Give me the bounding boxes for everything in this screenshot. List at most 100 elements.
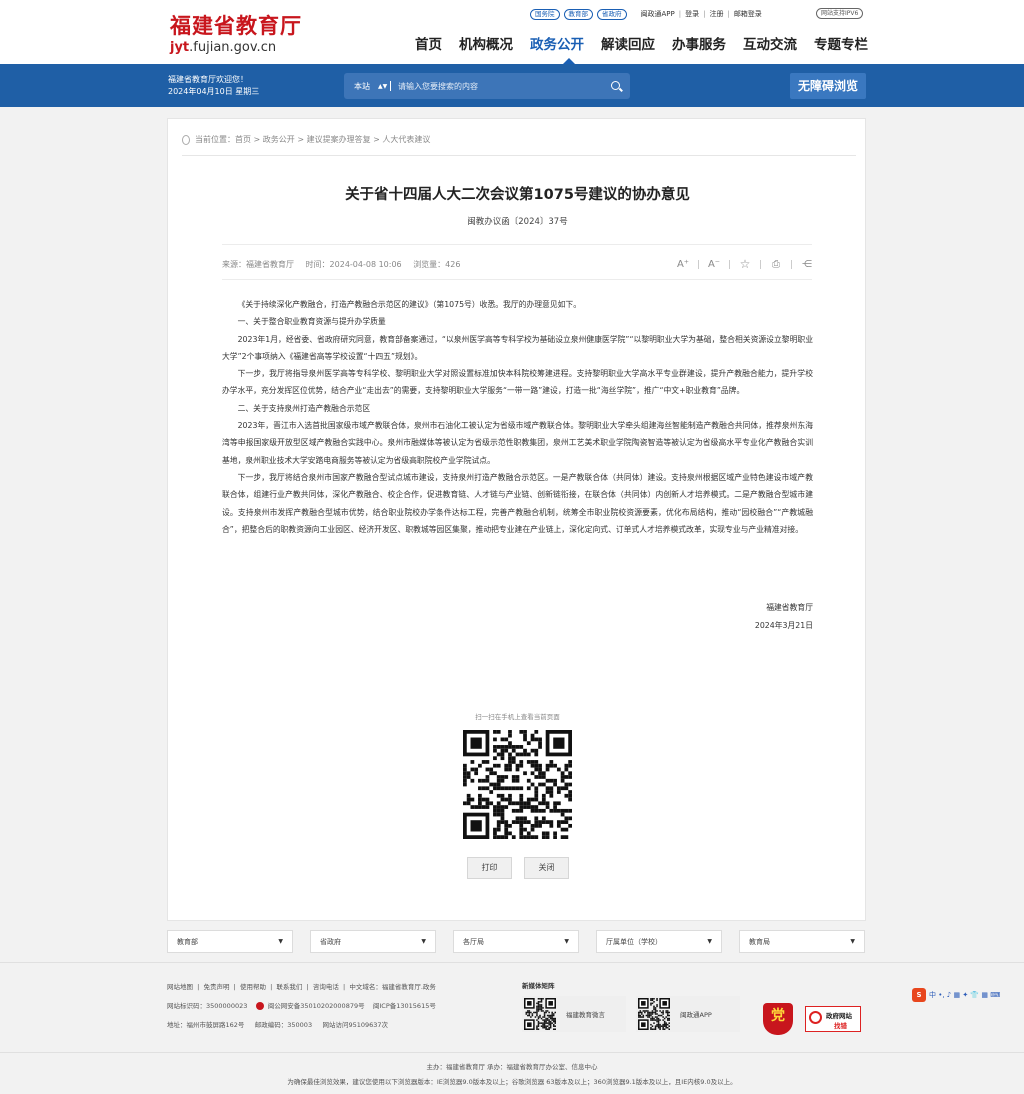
top-links: 国务院 教育部 省政府 闽政通APP | 登录 | 注册 | 邮箱登录 [530, 8, 762, 20]
location-icon [182, 134, 190, 145]
ipv6-badge: 网站支持IPV6 [816, 8, 864, 19]
breadcrumb-home[interactable]: 首页 [235, 134, 251, 145]
nav-about[interactable]: 机构概况 [459, 33, 513, 53]
breadcrumb-current[interactable]: 人大代表建议 [382, 134, 430, 145]
search-icon[interactable] [608, 73, 630, 99]
select-province[interactable]: 省政府 ▼ [310, 930, 436, 953]
article-heading: 二、关于支持泉州打造产教融合示范区 [237, 403, 371, 413]
site-code: 网站标识码：3500000023 [167, 1002, 248, 1010]
article-body: 《关于持续深化产教融合，打造产教融合示范区的建议》（第1075号）收悉。我厅的办… [222, 296, 813, 538]
related-sites: 教育部 ▼ 省政府 ▼ 各厅局 ▼ 厅属单位（学校） ▼ 教育局 ▼ [167, 930, 867, 953]
link-province-gov[interactable]: 省政府 [597, 8, 627, 20]
wechat-qr-code [524, 998, 556, 1030]
link-login[interactable]: 登录 [685, 9, 699, 19]
close-button[interactable]: 关闭 [524, 857, 569, 879]
police-record[interactable]: 闽公网安备35010202000879号 [268, 1002, 365, 1010]
welcome-message: 福建省教育厅欢迎您！ [168, 75, 248, 84]
article-views: 浏览量：426 [413, 260, 461, 269]
nav-gov-affairs[interactable]: 政务公开 [530, 33, 584, 53]
link-disclaimer[interactable]: 免责声明 [203, 983, 229, 991]
article-source: 来源：福建省教育厅 [222, 260, 294, 269]
host-info: 主办：福建省教育厅 承办：福建省教育厅办公室、信息中心 [426, 1063, 598, 1071]
welcome-text: 福建省教育厅欢迎您！ 2024年04月10日 星期三 [168, 74, 259, 98]
link-help[interactable]: 使用帮助 [240, 983, 266, 991]
signature-date: 2024年3月21日 [754, 620, 813, 630]
article-time: 时间：2024-04-08 10:06 [305, 260, 402, 269]
search-box: 本站 ▲▼ 请输入您要搜索的内容 [344, 73, 630, 99]
find-error-badge[interactable]: 政府网站 找错 [805, 1006, 861, 1032]
icp-record[interactable]: 闽ICP备13015615号 [373, 1002, 436, 1010]
article-paragraph: 下一步，我厅将指导泉州医学高等专科学校、黎明职业大学对照设置标准加快本科院校筹建… [222, 369, 813, 396]
divider [182, 155, 856, 156]
divider [222, 279, 812, 280]
dropdown-arrow-icon: ▼ [421, 938, 426, 945]
article-paragraph: 《关于持续深化产教融合，打造产教融合示范区的建议》（第1075号）收悉。我厅的办… [237, 300, 582, 309]
breadcrumb-replies[interactable]: 建议提案办理答复 [307, 134, 371, 145]
document-number: 闽教办议函〔2024〕37号 [467, 217, 568, 227]
share-icon[interactable]: ⋲ [800, 259, 814, 270]
link-register[interactable]: 注册 [709, 9, 723, 19]
new-media-title: 新媒体矩阵 [522, 982, 555, 990]
dropdown-arrow-icon: ▼ [707, 938, 712, 945]
app-qr-code [638, 998, 670, 1030]
nav-services[interactable]: 办事服务 [672, 33, 726, 53]
select-affiliates[interactable]: 厅属单位（学校） ▼ [596, 930, 722, 953]
police-emblem-icon [255, 1002, 264, 1010]
link-state-council[interactable]: 国务院 [530, 8, 560, 20]
nav-topics[interactable]: 专题专栏 [814, 33, 868, 53]
chinese-domain: 中文域名：福建省教育厅.政务 [349, 983, 436, 991]
link-hotline[interactable]: 咨询电话 [313, 983, 339, 991]
site-header: 福建省教育厅 jyt.fujian.gov.cn 国务院 教育部 省政府 闽政通… [0, 0, 1024, 64]
font-decrease-icon[interactable]: A⁻ [707, 259, 721, 270]
print-icon[interactable]: ⎙ [769, 259, 783, 270]
nav-home[interactable]: 首页 [415, 33, 442, 53]
link-sitemap[interactable]: 网站地图 [167, 983, 193, 991]
site-logo[interactable]: 福建省教育厅 jyt.fujian.gov.cn [170, 14, 302, 56]
logo-domain: jyt.fujian.gov.cn [170, 40, 277, 55]
dropdown-arrow-icon: ▼ [564, 938, 569, 945]
star-icon[interactable]: ☆ [738, 257, 752, 271]
search-scope-select[interactable]: 本站 ▲▼ [344, 81, 404, 92]
select-ministry[interactable]: 教育部 ▼ [167, 930, 293, 953]
visit-count: 网站访问95109637次 [322, 1021, 389, 1029]
article-paragraph: 2023年，晋江市入选首批国家级市域产教联合体，泉州市石油化工被认定为省级市域产… [222, 421, 813, 465]
font-increase-icon[interactable]: A⁺ [676, 259, 690, 270]
party-org-badge[interactable]: 党 [763, 1003, 793, 1035]
footer-info: 网站地图 | 免责声明 | 使用帮助 | 联系我们 | 咨询电话 | 中文域名：… [167, 978, 436, 1035]
ime-toolbar[interactable]: S 中 •, ♪ ▦ ✦ 👕 ▦ ⌨ [912, 988, 1003, 1002]
qr-caption: 扫一扫在手机上查看当前页面 [475, 713, 560, 721]
breadcrumb: 当前位置： 首页 > 政务公开 > 建议提案办理答复 > 人大代表建议 [182, 134, 430, 145]
select-departments[interactable]: 各厅局 ▼ [453, 930, 579, 953]
wechat-media-card[interactable]: 福建教育微言 [522, 996, 626, 1032]
footer-links: 网站地图 | 免责声明 | 使用帮助 | 联系我们 | 咨询电话 | 中文域名：… [167, 983, 436, 991]
article-paragraph: 下一步，我厅将结合泉州市国家产教融合型试点城市建设，支持泉州打造产教融合示范区。… [222, 472, 813, 534]
signature-org: 福建省教育厅 [766, 603, 813, 612]
page-qr-code [463, 730, 572, 839]
signature: 福建省教育厅 2024年3月21日 [222, 599, 813, 634]
print-button[interactable]: 打印 [467, 857, 512, 879]
link-contact[interactable]: 联系我们 [276, 983, 302, 991]
article-heading: 一、关于整合职业教育资源与提升办学质量 [237, 317, 386, 327]
link-ministry-education[interactable]: 教育部 [563, 8, 593, 20]
nav-interaction[interactable]: 互动交流 [743, 33, 797, 53]
divider [222, 244, 812, 245]
welcome-bar: 福建省教育厅欢迎您！ 2024年04月10日 星期三 本站 ▲▼ 请输入您要搜索的… [0, 64, 1024, 107]
magnifier-icon [809, 1011, 822, 1024]
breadcrumb-gov-affairs[interactable]: 政务公开 [263, 134, 295, 145]
article-meta: 来源：福建省教育厅 时间：2024-04-08 10:06 浏览量：426 [222, 259, 469, 270]
logo-chinese: 福建省教育厅 [170, 13, 302, 38]
sogou-icon: S [912, 988, 926, 1002]
accessibility-button[interactable]: 无障碍浏览 [790, 73, 866, 99]
browser-note: 为确保最佳浏览效果，建议您使用以下浏览器版本：IE浏览器9.0版本及以上；谷歌浏… [287, 1078, 737, 1086]
nav-interpretation[interactable]: 解读回应 [601, 33, 655, 53]
app-media-card[interactable]: 闽政通APP [636, 996, 740, 1032]
article-title: 关于省十四届人大二次会议第1075号建议的协办意见 [345, 187, 690, 203]
chevron-updown-icon: ▲▼ [378, 82, 388, 90]
dropdown-arrow-icon: ▼ [850, 938, 855, 945]
search-input[interactable]: 请输入您要搜索的内容 [398, 81, 608, 92]
link-app[interactable]: 闽政通APP [641, 9, 675, 19]
footer-bottom: 主办：福建省教育厅 承办：福建省教育厅办公室、信息中心 为确保最佳浏览效果，建议… [0, 1060, 1024, 1090]
ime-icons: 中 •, ♪ ▦ ✦ 👕 ▦ ⌨ [929, 991, 1001, 999]
select-bureaus[interactable]: 教育局 ▼ [739, 930, 865, 953]
link-mail[interactable]: 邮箱登录 [734, 9, 762, 19]
